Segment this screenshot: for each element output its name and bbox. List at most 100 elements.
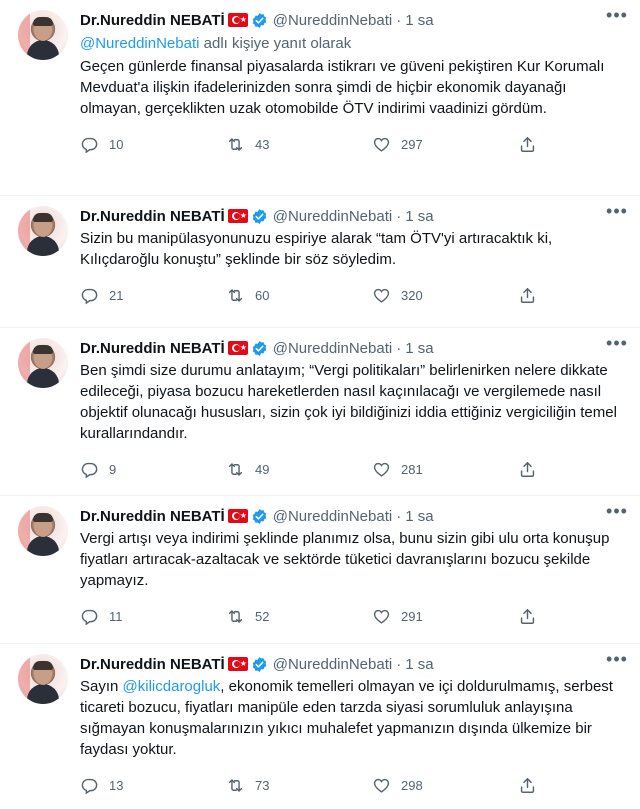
tweet-actions: 21 60 320 xyxy=(80,276,626,314)
retweet-button[interactable]: 43 xyxy=(226,135,372,154)
tweet-header: Dr.Nureddin NEBATİ ★ @NureddinNebati · 1… xyxy=(80,206,626,226)
tweet[interactable]: Dr.Nureddin NEBATİ ★ @NureddinNebati · 1… xyxy=(0,328,640,496)
like-count: 291 xyxy=(401,608,423,624)
retweet-count: 60 xyxy=(255,287,270,303)
heart-icon xyxy=(373,778,390,793)
reply-icon xyxy=(81,462,98,478)
more-options-icon[interactable]: ••• xyxy=(606,650,628,672)
verified-badge-icon xyxy=(252,340,266,356)
author-handle[interactable]: @NureddinNebati xyxy=(273,208,392,225)
tweet-text: Ben şimdi size durumu anlatayım; “Vergi … xyxy=(80,362,617,442)
retweet-button[interactable]: 52 xyxy=(226,607,372,626)
tweet[interactable]: Dr.Nureddin NEBATİ ★ @NureddinNebati · 1… xyxy=(0,0,640,196)
reply-button[interactable]: 9 xyxy=(80,460,226,479)
timestamp[interactable]: 1 sa xyxy=(405,656,433,673)
share-icon xyxy=(520,461,535,477)
verified-badge-icon xyxy=(252,208,266,224)
reply-count: 9 xyxy=(109,461,117,477)
like-count: 297 xyxy=(401,136,423,152)
reply-to-handle-link[interactable]: @NureddinNebati xyxy=(80,35,199,52)
share-button[interactable] xyxy=(518,460,548,479)
reply-icon xyxy=(81,137,98,153)
like-button[interactable]: 281 xyxy=(372,460,518,479)
heart-icon xyxy=(373,137,390,152)
retweet-count: 73 xyxy=(255,777,270,793)
retweet-count: 49 xyxy=(255,461,270,477)
author-name[interactable]: Dr.Nureddin NEBATİ xyxy=(80,508,225,525)
tweet[interactable]: Dr.Nureddin NEBATİ ★ @NureddinNebati · 1… xyxy=(0,196,640,328)
heart-icon xyxy=(373,288,390,303)
author-handle[interactable]: @NureddinNebati xyxy=(273,656,392,673)
retweet-icon xyxy=(228,137,243,151)
timestamp[interactable]: 1 sa xyxy=(405,508,433,525)
timestamp[interactable]: 1 sa xyxy=(405,12,433,29)
share-button[interactable] xyxy=(518,607,548,626)
avatar[interactable] xyxy=(18,338,68,388)
tweet-text: Sayın @kilicdarogluk, ekonomik temelleri… xyxy=(80,676,626,760)
like-count: 298 xyxy=(401,777,423,793)
tweet-actions: 10 43 297 xyxy=(80,125,626,163)
author-handle[interactable]: @NureddinNebati xyxy=(273,340,392,357)
heart-icon xyxy=(373,462,390,477)
reply-button[interactable]: 13 xyxy=(80,776,226,795)
tweet-header: Dr.Nureddin NEBATİ ★ @NureddinNebati · 1… xyxy=(80,654,626,674)
like-button[interactable]: 297 xyxy=(372,135,518,154)
timestamp[interactable]: 1 sa xyxy=(405,208,433,225)
share-icon xyxy=(520,608,535,624)
like-button[interactable]: 291 xyxy=(372,607,518,626)
reply-button[interactable]: 11 xyxy=(80,607,226,626)
tweet-header: Dr.Nureddin NEBATİ ★ @NureddinNebati · 1… xyxy=(80,506,626,526)
tweet[interactable]: Dr.Nureddin NEBATİ ★ @NureddinNebati · 1… xyxy=(0,644,640,809)
retweet-button[interactable]: 73 xyxy=(226,776,372,795)
retweet-count: 43 xyxy=(255,136,270,152)
like-count: 281 xyxy=(401,461,423,477)
share-button[interactable] xyxy=(518,135,548,154)
share-button[interactable] xyxy=(518,776,548,795)
more-options-icon[interactable]: ••• xyxy=(606,202,628,224)
turkish-flag-icon: ★ xyxy=(227,13,248,27)
avatar[interactable] xyxy=(18,654,68,704)
separator-dot: · xyxy=(396,507,402,525)
separator-dot: · xyxy=(396,11,402,29)
turkish-flag-icon: ★ xyxy=(227,341,248,355)
share-icon xyxy=(520,136,535,152)
separator-dot: · xyxy=(396,339,402,357)
timestamp[interactable]: 1 sa xyxy=(405,340,433,357)
retweet-icon xyxy=(228,609,243,623)
share-button[interactable] xyxy=(518,286,548,305)
reply-button[interactable]: 10 xyxy=(80,135,226,154)
like-count: 320 xyxy=(401,287,423,303)
retweet-button[interactable]: 49 xyxy=(226,460,372,479)
reply-button[interactable]: 21 xyxy=(80,286,226,305)
avatar[interactable] xyxy=(18,206,68,256)
tweet-text: Geçen günlerde finansal piyasalarda isti… xyxy=(80,58,605,117)
reply-count: 11 xyxy=(109,608,123,624)
author-name[interactable]: Dr.Nureddin NEBATİ xyxy=(80,208,225,225)
author-handle[interactable]: @NureddinNebati xyxy=(273,12,392,29)
tweet-header: Dr.Nureddin NEBATİ ★ @NureddinNebati · 1… xyxy=(80,10,626,30)
like-button[interactable]: 320 xyxy=(372,286,518,305)
reply-count: 21 xyxy=(109,287,124,303)
retweet-icon xyxy=(228,288,243,302)
tweet-header: Dr.Nureddin NEBATİ ★ @NureddinNebati · 1… xyxy=(80,338,626,358)
mention-prefix: Sayın xyxy=(80,678,123,695)
avatar[interactable] xyxy=(18,10,68,60)
more-options-icon[interactable]: ••• xyxy=(606,334,628,356)
author-name[interactable]: Dr.Nureddin NEBATİ xyxy=(80,340,225,357)
tweet[interactable]: Dr.Nureddin NEBATİ ★ @NureddinNebati · 1… xyxy=(0,496,640,644)
separator-dot: · xyxy=(396,655,402,673)
reply-to-text: adlı kişiye yanıt olarak xyxy=(199,35,352,52)
tweet-thread: Dr.Nureddin NEBATİ ★ @NureddinNebati · 1… xyxy=(0,0,640,809)
more-options-icon[interactable]: ••• xyxy=(606,6,628,28)
reply-icon xyxy=(81,778,98,794)
mention-link[interactable]: @kilicdarogluk xyxy=(123,678,221,695)
author-name[interactable]: Dr.Nureddin NEBATİ xyxy=(80,656,225,673)
tweet-text: Vergi artışı veya indirimi şeklinde plan… xyxy=(80,530,610,589)
turkish-flag-icon: ★ xyxy=(227,657,248,671)
author-handle[interactable]: @NureddinNebati xyxy=(273,508,392,525)
avatar[interactable] xyxy=(18,506,68,556)
like-button[interactable]: 298 xyxy=(372,776,518,795)
more-options-icon[interactable]: ••• xyxy=(606,502,628,524)
author-name[interactable]: Dr.Nureddin NEBATİ xyxy=(80,12,225,29)
retweet-button[interactable]: 60 xyxy=(226,286,372,305)
